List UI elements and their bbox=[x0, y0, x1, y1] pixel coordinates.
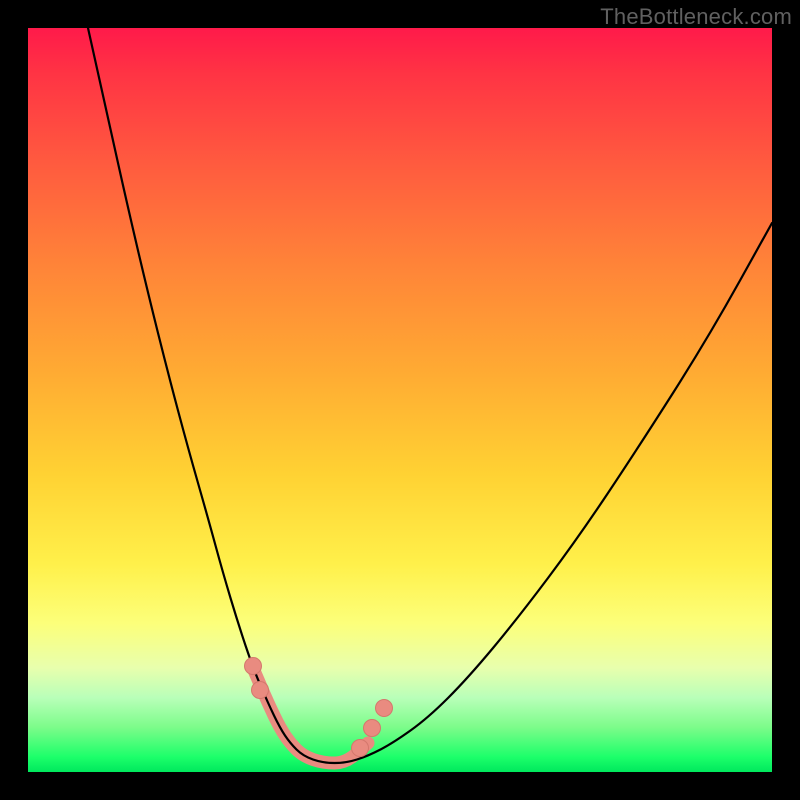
watermark-text: TheBottleneck.com bbox=[600, 4, 792, 30]
dot-left-upper bbox=[245, 658, 262, 675]
outer-frame: TheBottleneck.com bbox=[0, 0, 800, 800]
dot-right-mid bbox=[364, 720, 381, 737]
salmon-overlay bbox=[253, 668, 368, 763]
dot-left-lower bbox=[252, 682, 269, 699]
curve-layer bbox=[28, 28, 772, 772]
bottleneck-curve bbox=[88, 28, 772, 763]
dot-right-upper bbox=[376, 700, 393, 717]
dot-right-lower bbox=[352, 740, 369, 757]
